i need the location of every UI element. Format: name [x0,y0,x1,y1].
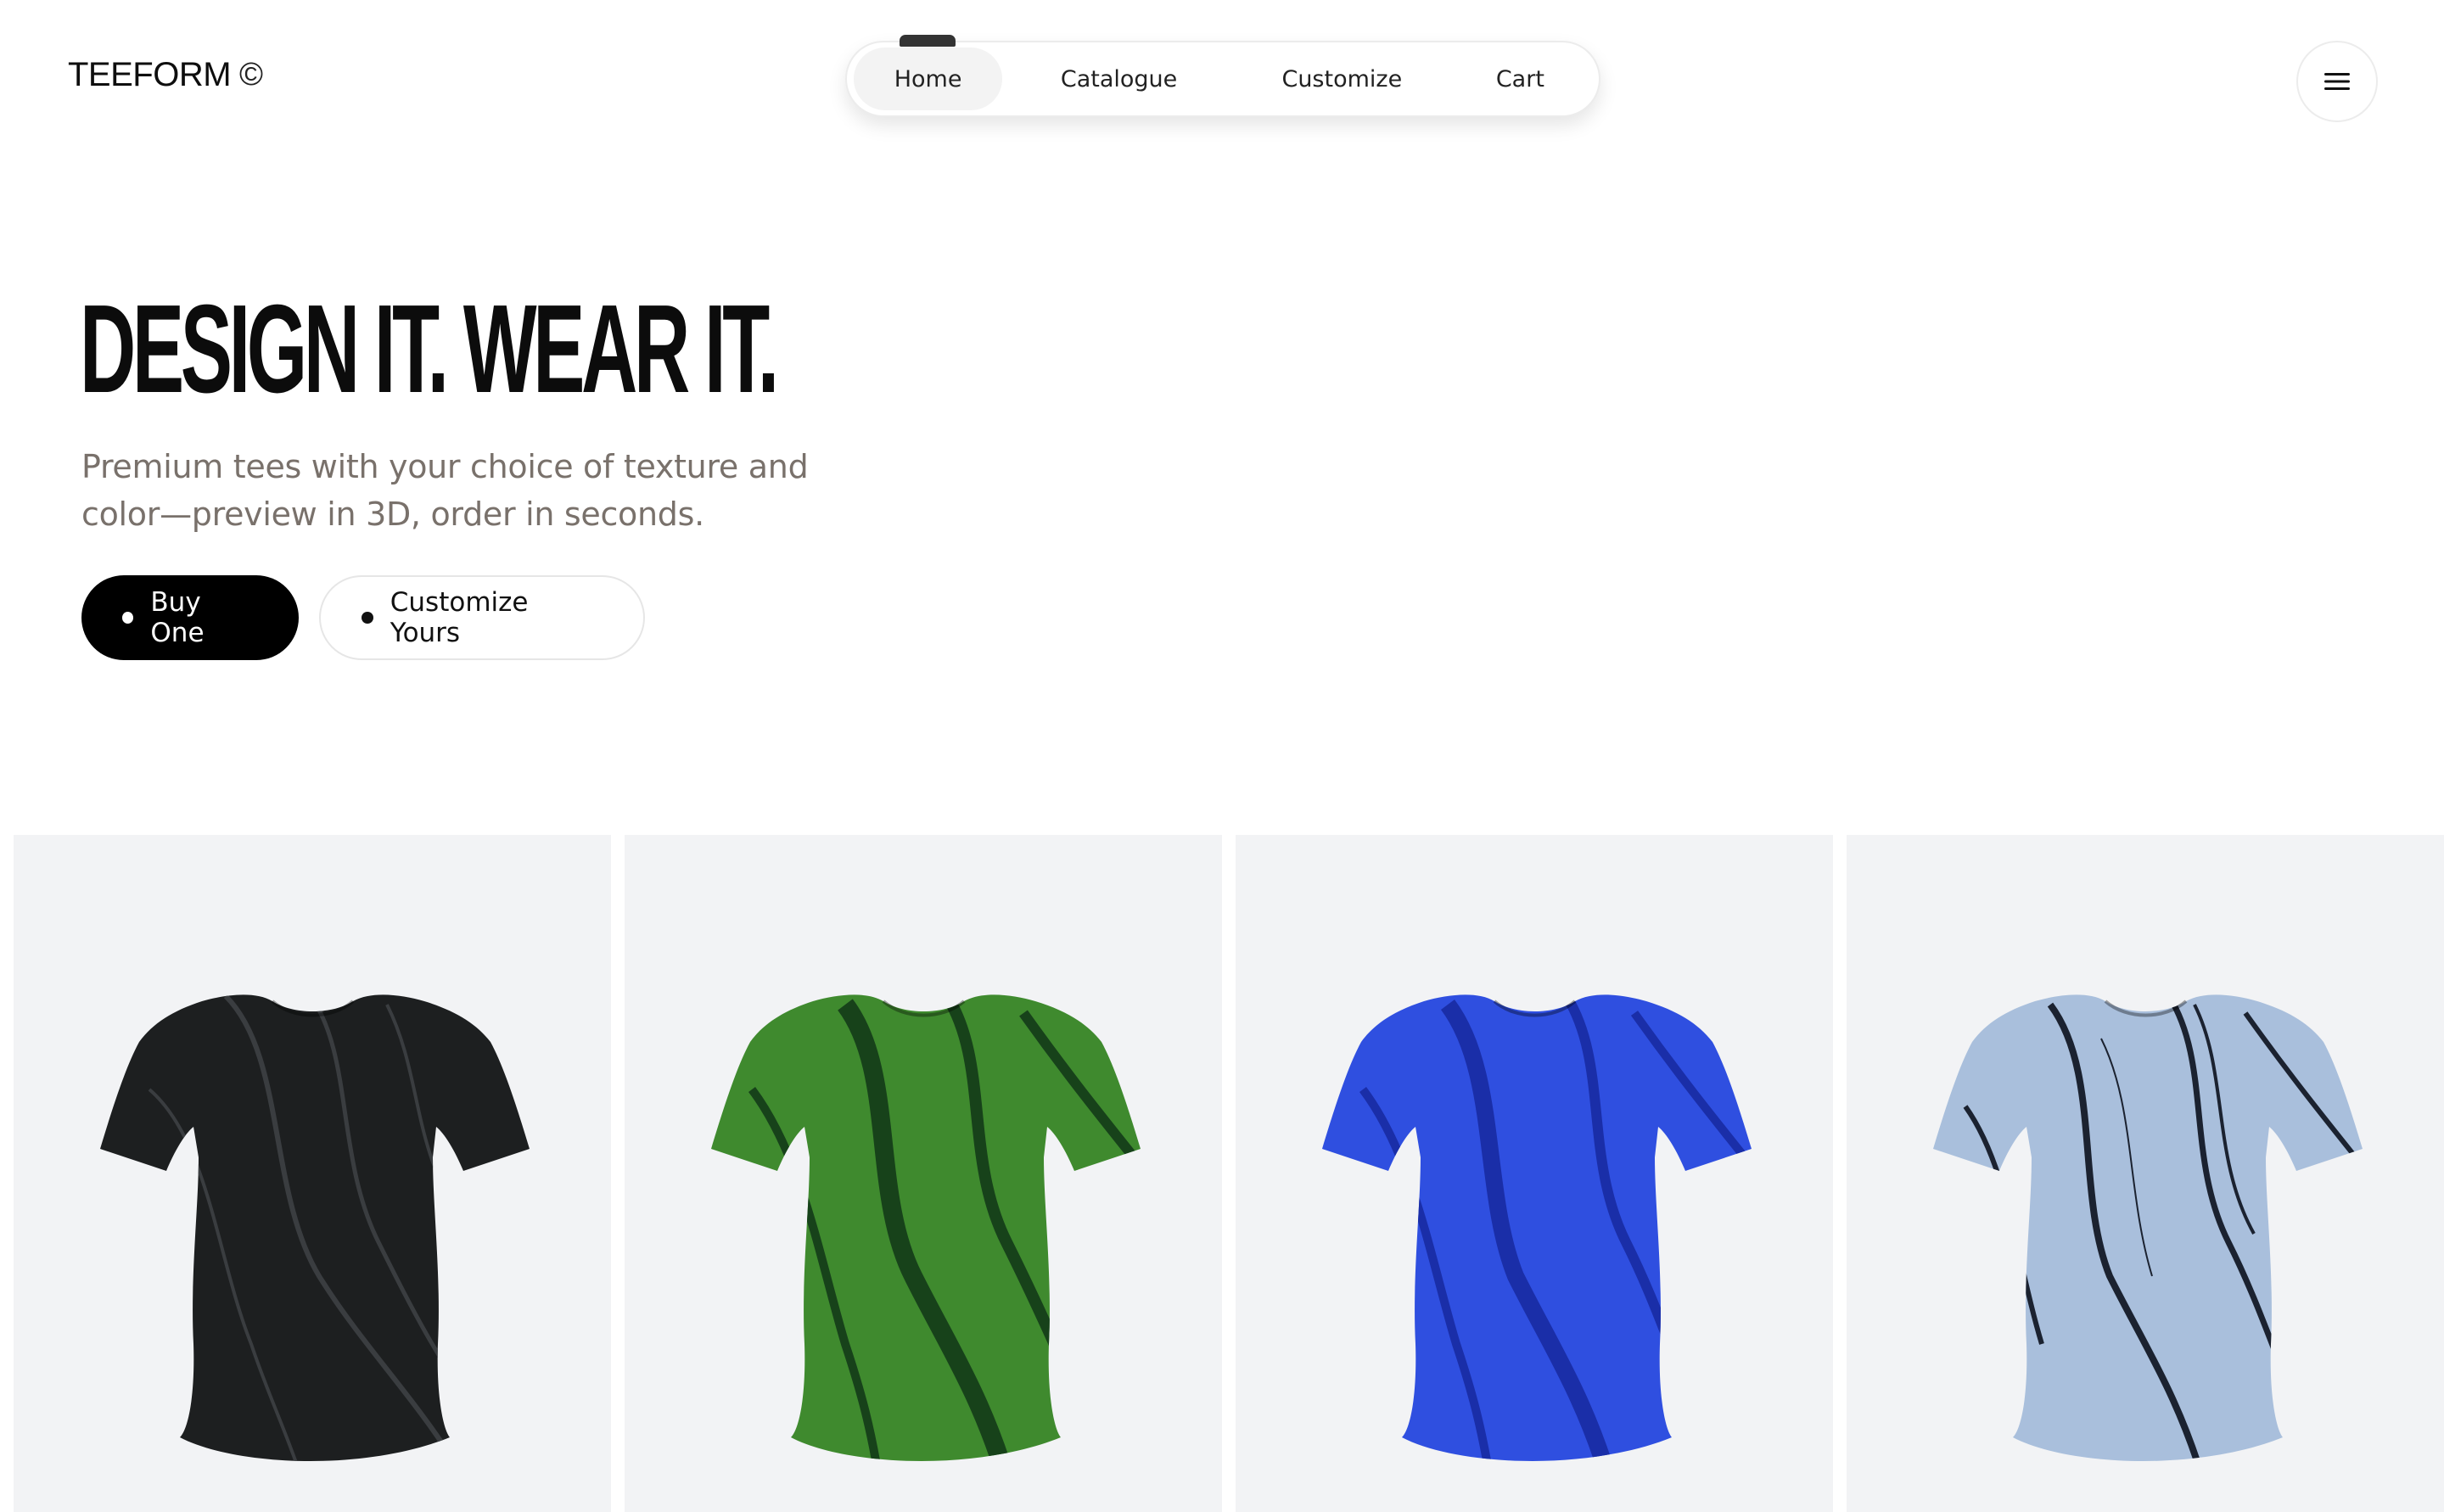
tshirt-base-fill [1322,994,1752,1461]
tshirt-base-fill [1933,994,2363,1461]
nav-item-catalogue[interactable]: Catalogue [1002,48,1236,110]
hero-title: DESIGN IT. WEAR IT. [80,279,779,419]
copyright-mark: © [239,57,263,92]
tshirt-image-lightblue [1933,994,2363,1461]
nav-item-cart[interactable]: Cart [1449,48,1592,110]
page: TEEFORM © Home Catalogue Customize Cart … [0,0,2444,1512]
tshirt-image-blue [1322,994,1752,1461]
nav-item-home[interactable]: Home [854,48,1003,110]
tshirt-base-fill [100,994,530,1461]
active-nav-indicator [900,35,956,47]
product-card-lightblue[interactable] [1847,835,2444,1512]
hero-subtitle: Premium tees with your choice of texture… [81,443,871,538]
product-card-black[interactable] [14,835,611,1512]
customize-yours-button[interactable]: Customize Yours [319,575,645,660]
menu-button[interactable] [2296,41,2378,122]
hero-subtitle-line-1: Premium tees with your choice of texture… [81,448,809,485]
tshirt-base-fill [711,994,1141,1461]
hamburger-menu-icon [2324,73,2350,90]
product-card-green[interactable] [625,835,1222,1512]
brand-name: TEEFORM [68,56,232,93]
tshirt-image-black [100,994,530,1461]
brand-logo[interactable]: TEEFORM © [68,56,263,94]
tshirt-image-green [711,994,1141,1461]
product-card-blue[interactable] [1236,835,1833,1512]
hero-subtitle-line-2: color—preview in 3D, order in seconds. [81,496,704,533]
dot-icon [362,612,373,624]
top-navigation: Home Catalogue Customize Cart [845,35,1600,117]
nav-item-customize[interactable]: Customize [1236,48,1449,110]
buy-one-button[interactable]: Buy One [81,575,299,660]
customize-yours-label: Customize Yours [390,587,529,648]
buy-one-label: Buy One [150,587,205,648]
dot-icon [122,612,134,624]
